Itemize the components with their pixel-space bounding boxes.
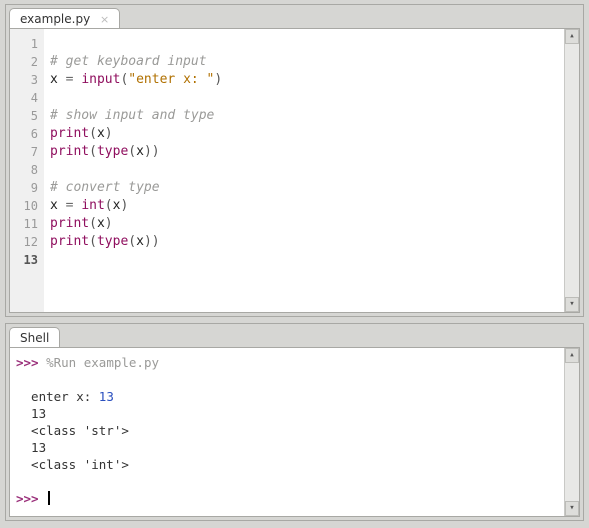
scroll-down-icon[interactable]: ▾: [565, 501, 579, 516]
code-line[interactable]: print(type(x)): [50, 233, 560, 251]
code-line[interactable]: print(type(x)): [50, 143, 560, 161]
editor-tab-label: example.py: [20, 12, 90, 26]
code-line[interactable]: print(x): [50, 215, 560, 233]
shell-line: 13: [16, 405, 558, 422]
line-number: 7: [14, 143, 38, 161]
code-editor[interactable]: # get keyboard inputx = input("enter x: …: [44, 29, 564, 312]
shell-panel: Shell >>> %Run example.py enter x: 13 13…: [5, 323, 584, 521]
line-number: 3: [14, 71, 38, 89]
editor-panel: example.py × 12345678910111213 # get key…: [5, 4, 584, 317]
line-number: 6: [14, 125, 38, 143]
line-number: 10: [14, 197, 38, 215]
shell-area: >>> %Run example.py enter x: 13 13 <clas…: [9, 347, 580, 517]
line-number: 11: [14, 215, 38, 233]
line-number: 13: [14, 251, 38, 269]
line-number: 4: [14, 89, 38, 107]
line-number: 9: [14, 179, 38, 197]
shell-line: <class 'str'>: [16, 422, 558, 439]
cursor: [48, 491, 50, 505]
line-number: 1: [14, 35, 38, 53]
shell-output[interactable]: >>> %Run example.py enter x: 13 13 <clas…: [10, 348, 564, 516]
shell-line: 13: [16, 439, 558, 456]
code-line[interactable]: [50, 161, 560, 179]
shell-tab[interactable]: Shell: [9, 327, 60, 348]
code-line[interactable]: [50, 251, 560, 269]
scroll-down-icon[interactable]: ▾: [565, 297, 579, 312]
code-line[interactable]: x = int(x): [50, 197, 560, 215]
line-number: 2: [14, 53, 38, 71]
code-line[interactable]: # convert type: [50, 179, 560, 197]
code-line[interactable]: x = input("enter x: "): [50, 71, 560, 89]
code-line[interactable]: # show input and type: [50, 107, 560, 125]
editor-scrollbar[interactable]: ▴ ▾: [564, 29, 579, 312]
editor-area: 12345678910111213 # get keyboard inputx …: [9, 28, 580, 313]
scroll-up-icon[interactable]: ▴: [565, 29, 579, 44]
shell-tab-label: Shell: [20, 331, 49, 345]
shell-line: enter x: 13: [16, 388, 558, 405]
scroll-up-icon[interactable]: ▴: [565, 348, 579, 363]
shell-line: [16, 371, 558, 388]
line-number-gutter: 12345678910111213: [10, 29, 44, 312]
code-line[interactable]: [50, 89, 560, 107]
shell-line: <class 'int'>: [16, 456, 558, 473]
editor-tab[interactable]: example.py ×: [9, 8, 120, 29]
shell-line: [16, 473, 558, 490]
shell-line: >>>: [16, 490, 558, 507]
line-number: 8: [14, 161, 38, 179]
code-line[interactable]: print(x): [50, 125, 560, 143]
close-icon[interactable]: ×: [100, 13, 109, 26]
shell-scrollbar[interactable]: ▴ ▾: [564, 348, 579, 516]
code-line[interactable]: # get keyboard input: [50, 53, 560, 71]
line-number: 5: [14, 107, 38, 125]
code-line[interactable]: [50, 35, 560, 53]
shell-line: >>> %Run example.py: [16, 354, 558, 371]
line-number: 12: [14, 233, 38, 251]
